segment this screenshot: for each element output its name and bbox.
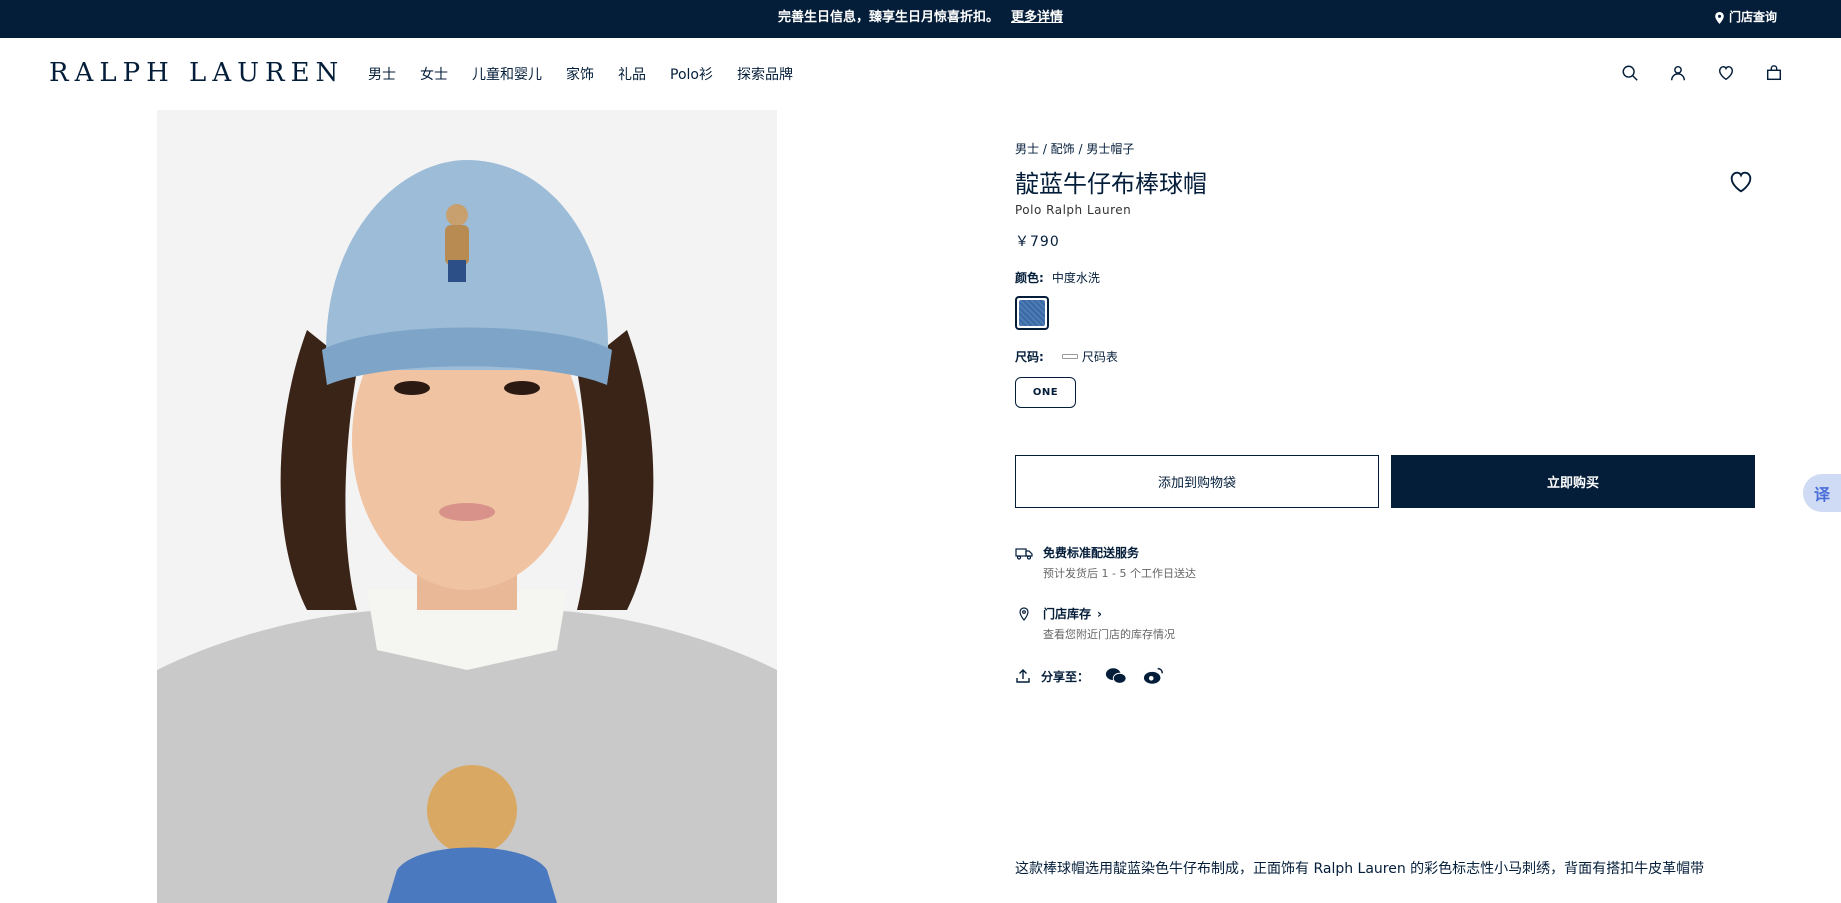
- nav-item-men[interactable]: 男士: [368, 64, 396, 84]
- size-selector: 尺码: 尺码表: [1015, 348, 1755, 365]
- size-guide-link[interactable]: 尺码表: [1061, 348, 1118, 365]
- swatch-fill: [1019, 300, 1045, 326]
- brand-logo[interactable]: RALPH LAUREN: [49, 58, 344, 88]
- shipping-subtitle: 预计发货后 1 - 5 个工作日送达: [1043, 567, 1196, 580]
- location-pin-icon: [1015, 606, 1033, 621]
- store-lookup-link[interactable]: 门店查询: [1714, 0, 1777, 35]
- product-brand: Polo Ralph Lauren: [1015, 203, 1132, 217]
- search-icon[interactable]: [1619, 62, 1641, 84]
- delivery-truck-icon: [1015, 545, 1033, 560]
- site-header: RALPH LAUREN 男士 女士 儿童和婴儿 家饰 礼品 Polo衫 探索品…: [0, 38, 1841, 110]
- size-guide-label: 尺码表: [1081, 350, 1118, 364]
- nav-item-kids[interactable]: 儿童和婴儿: [472, 64, 542, 84]
- wishlist-icon[interactable]: [1715, 62, 1737, 84]
- product-price: ￥790: [1015, 234, 1060, 250]
- purchase-actions: 添加到购物袋 立即购买: [1015, 455, 1755, 508]
- store-lookup-label: 门店查询: [1728, 10, 1777, 24]
- size-option-one[interactable]: ONE: [1015, 377, 1076, 408]
- chevron-right-icon: ›: [1097, 606, 1102, 621]
- product-info: 男士 / 配饰 / 男士帽子 靛蓝牛仔布棒球帽 Polo Ralph Laure…: [1015, 140, 1755, 686]
- share-label: 分享至：: [1041, 669, 1090, 684]
- buy-now-button[interactable]: 立即购买: [1391, 455, 1755, 508]
- store-stock-title: 门店库存 ›: [1043, 605, 1175, 622]
- promo-bar: 完善生日信息，臻享生日月惊喜折扣。 更多详情 门店查询: [0, 0, 1841, 38]
- promo-details-link[interactable]: 更多详情: [1011, 10, 1063, 25]
- wechat-icon[interactable]: [1105, 666, 1127, 686]
- nav-item-polo[interactable]: Polo衫: [670, 64, 713, 84]
- add-to-bag-button[interactable]: 添加到购物袋: [1015, 455, 1379, 508]
- header-icons: [1619, 62, 1785, 84]
- promo-message: 完善生日信息，臻享生日月惊喜折扣。 更多详情: [0, 0, 1841, 38]
- share-row: 分享至：: [1015, 666, 1755, 686]
- breadcrumb[interactable]: 男士 / 配饰 / 男士帽子: [1015, 140, 1755, 160]
- store-stock-subtitle: 查看您附近门店的库存情况: [1043, 628, 1175, 641]
- model-wearing-cap-image: [157, 110, 777, 903]
- add-to-wishlist-heart-icon[interactable]: [1727, 168, 1755, 196]
- color-value: 中度水洗: [1051, 271, 1100, 285]
- shipping-title: 免费标准配送服务: [1043, 546, 1140, 560]
- share-icon: [1016, 669, 1030, 683]
- shipping-info: 免费标准配送服务 预计发货后 1 - 5 个工作日送达: [1015, 544, 1755, 581]
- location-pin-icon: [1715, 11, 1724, 24]
- nav-item-home[interactable]: 家饰: [566, 64, 594, 84]
- nav-item-gifts[interactable]: 礼品: [618, 64, 646, 84]
- product-image[interactable]: [157, 110, 777, 903]
- store-stock-info[interactable]: 门店库存 › 查看您附近门店的库存情况: [1015, 605, 1755, 642]
- account-icon[interactable]: [1667, 62, 1689, 84]
- nav-item-explore[interactable]: 探索品牌: [737, 64, 793, 84]
- color-selector: 颜色: 中度水洗: [1015, 269, 1755, 286]
- translate-icon: 译: [1813, 485, 1830, 504]
- store-stock-label: 门店库存: [1043, 607, 1092, 621]
- translate-button[interactable]: 译: [1803, 474, 1841, 512]
- product-title: 靛蓝牛仔布棒球帽: [1015, 170, 1207, 198]
- size-label: 尺码:: [1015, 350, 1044, 364]
- nav-item-women[interactable]: 女士: [420, 64, 448, 84]
- weibo-icon[interactable]: [1143, 666, 1165, 686]
- color-label: 颜色:: [1015, 271, 1044, 285]
- color-swatch-medium-wash[interactable]: [1015, 296, 1049, 330]
- bag-icon[interactable]: [1763, 62, 1785, 84]
- product-description: 这款棒球帽选用靛蓝染色牛仔布制成，正面饰有 Ralph Lauren 的彩色标志…: [1015, 861, 1705, 877]
- promo-text: 完善生日信息，臻享生日月惊喜折扣。: [777, 10, 999, 25]
- main-nav: 男士 女士 儿童和婴儿 家饰 礼品 Polo衫 探索品牌: [368, 64, 793, 84]
- ruler-icon: [1061, 354, 1078, 359]
